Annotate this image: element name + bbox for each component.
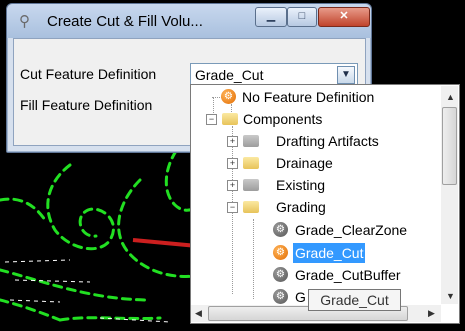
- fill-feature-label: Fill Feature Definition: [20, 97, 153, 113]
- cut-feature-label: Cut Feature Definition: [20, 66, 157, 82]
- vertical-scroll-thumb[interactable]: [442, 107, 457, 185]
- expand-icon[interactable]: +: [227, 180, 238, 191]
- tree-item-label-selected: Grade_Cut: [293, 243, 366, 263]
- scroll-left-icon[interactable]: ◀: [195, 308, 202, 319]
- feature-gear-icon: ⚙: [221, 89, 236, 104]
- tree-item-label: G: [295, 289, 306, 305]
- tree-item-label: No Feature Definition: [242, 89, 375, 105]
- tree-item-label: Existing: [276, 177, 326, 193]
- tree-item-label: Drafting Artifacts: [276, 133, 379, 149]
- expand-icon[interactable]: +: [227, 158, 238, 169]
- feature-gear-icon: ⚙: [273, 289, 288, 304]
- feature-gear-icon: ⚙: [273, 222, 288, 237]
- scroll-up-icon[interactable]: ▲: [446, 92, 455, 102]
- window-title: Create Cut & Fill Volu...: [47, 13, 203, 30]
- cut-feature-value: Grade_Cut: [195, 67, 264, 83]
- tree-item-label: Components: [243, 111, 323, 127]
- tree-line: [253, 219, 254, 299]
- folder-icon: [243, 201, 259, 213]
- tree-item-label: Grading: [276, 199, 326, 215]
- tree-item-label: Grade_ClearZone: [295, 222, 408, 238]
- folder-icon: [243, 157, 259, 169]
- title-bar[interactable]: ⚲ Create Cut & Fill Volu... ▁ □ ✕: [7, 4, 371, 38]
- close-button[interactable]: ✕: [318, 7, 370, 27]
- scroll-right-icon[interactable]: ▶: [428, 308, 435, 319]
- folder-icon: [222, 113, 238, 125]
- feature-gear-icon: ⚙: [273, 245, 288, 260]
- minimize-button[interactable]: ▁: [255, 7, 287, 27]
- feature-gear-icon: ⚙: [273, 267, 288, 282]
- tooltip: Grade_Cut: [308, 289, 401, 311]
- scroll-down-icon[interactable]: ▼: [446, 291, 455, 301]
- collapse-icon[interactable]: −: [206, 114, 217, 125]
- expand-icon[interactable]: +: [227, 136, 238, 147]
- collapse-icon[interactable]: −: [227, 202, 238, 213]
- folder-icon: [243, 179, 259, 191]
- tree-item-label: Grade_CutBuffer: [295, 267, 401, 283]
- chevron-down-icon[interactable]: ▼: [337, 66, 355, 84]
- maximize-button[interactable]: □: [287, 7, 317, 27]
- app-icon: ⚲: [19, 13, 30, 30]
- tree-item-label: Drainage: [276, 155, 333, 171]
- folder-icon: [243, 135, 259, 147]
- green-contour-lines: [0, 138, 222, 322]
